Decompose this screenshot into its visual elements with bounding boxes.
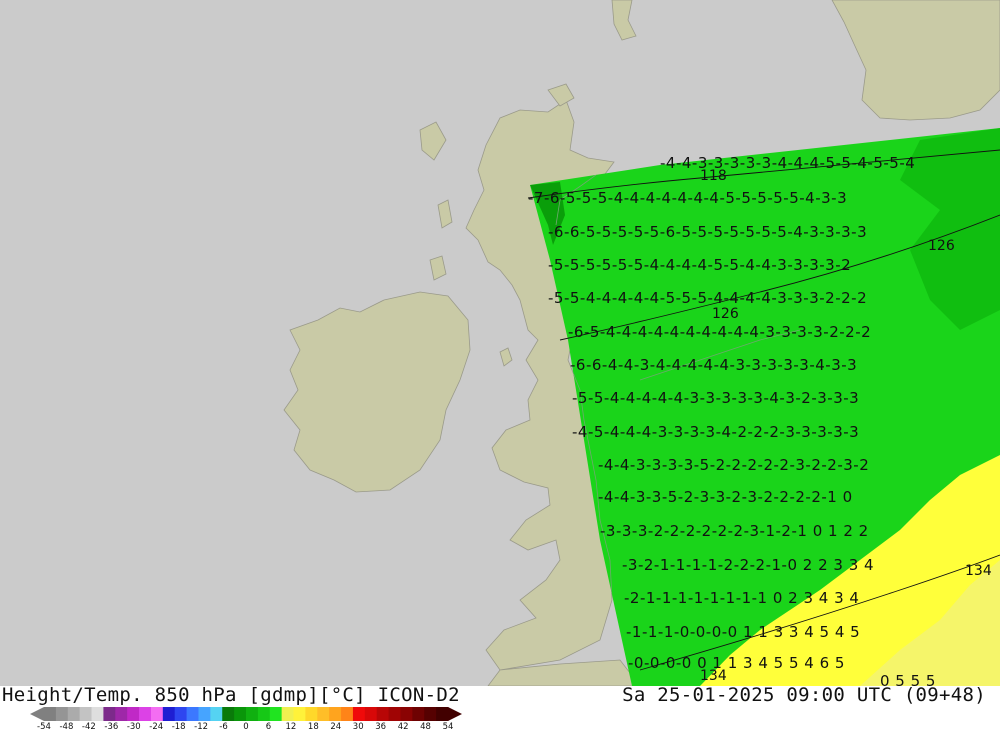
scale-swatch [79,707,93,721]
scale-swatch [91,707,104,721]
contour-label: 126 [928,238,955,254]
scale-tick-label: -36 [104,722,119,732]
scale-tick-label: 18 [307,722,319,732]
scale-swatch [329,707,342,721]
scale-swatch [424,707,437,721]
scale-swatch [376,707,390,721]
temp-values-row: -5-5-4-4-4-4-4-3-3-3-3-3-4-3-2-3-3-3 [572,389,859,407]
temp-values-row: -5-5-5-5-5-5-4-4-4-4-5-5-4-4-3-3-3-3-2 [548,256,851,274]
scale-tick-label: -6 [219,722,228,732]
temp-values-row: -2-1-1-1-1-1-1-1-1 0 2 3 4 3 4 [624,589,859,607]
scale-tick-label: -18 [171,722,186,732]
temp-values-row: -0-0-0-0 0 1 1 3 4 5 5 4 6 5 [628,654,845,672]
scale-swatch [55,707,69,721]
scale-swatch [222,707,235,721]
scale-swatch [352,707,366,721]
scale-swatch [400,707,413,721]
temp-values-row: -3-2-1-1-1-1-2-2-2-1-0 2 2 3 3 4 [622,556,874,574]
scale-swatch [186,707,199,721]
map-canvas: 118 126 126 134 134 -4-4-3-3-3-3-3-4-4-4… [0,0,1000,690]
scale-tick-label: 48 [420,722,431,732]
valid-time: Sa 25-01-2025 09:00 UTC (09+48) [622,684,986,706]
temp-values-row: -5-5-4-4-4-4-4-5-5-5-4-4-4-4-3-3-3-2-2-2 [548,289,867,307]
scale-swatch [210,707,223,721]
color-scale-labels: -54 -48 -42 -36 -30 -24 -18 -12 -6 0 6 12 18 24 30 36 42… [0,722,470,733]
scale-swatch [293,707,306,721]
temp-values-row: -4-4-3-3-5-2-3-3-2-3-2-2-2-2-1 0 [598,488,853,506]
scale-swatch [412,707,425,721]
scale-swatch [281,707,295,721]
scale-swatch [364,707,378,721]
temp-values-row: -4-4-3-3-3-3-3-4-4-4-5-5-4-5-5-4 [660,154,915,172]
scale-swatch [246,707,259,721]
map-footer: Height/Temp. 850 hPa [gdmp][°C] ICON-D2 … [0,684,1000,733]
scale-tick-label: 36 [375,722,387,732]
temp-values-row: -6-5-4-4-4-4-4-4-4-4-4-4-3-3-3-3-2-2-2 [568,323,871,341]
scale-tick-label: -54 [37,722,51,732]
scale-tick-label: -24 [149,722,164,732]
temp-values-row: -3-3-3-2-2-2-2-2-2-3-1-2-1 0 1 2 2 [600,522,869,540]
scale-swatch [115,707,128,721]
temp-values-row: -4-5-4-4-4-3-3-3-3-4-2-2-2-3-3-3-3-3 [572,423,859,441]
scale-swatch [103,707,116,721]
scale-arrow-high [448,707,462,721]
scale-swatch [174,707,188,721]
scale-swatch [269,707,283,721]
scale-swatch [162,707,176,721]
temp-values-row: -1-1-1-0-0-0-0 1 1 3 3 4 5 4 5 [626,623,860,641]
contour-label: 134 [965,563,992,579]
scale-swatch [198,707,211,721]
scale-tick-label: 30 [352,722,364,732]
scale-tick-label: -30 [126,722,141,732]
scale-swatch [139,707,152,721]
scale-tick-label: 12 [285,722,297,732]
temp-values-row: -4-4-3-3-3-3-5-2-2-2-2-2-3-2-2-3-2 [598,456,869,474]
weather-map: 118 126 126 134 134 -4-4-3-3-3-3-3-4-4-4… [0,0,1000,690]
scale-swatch [150,707,164,721]
scale-swatch [317,707,330,721]
scale-swatch [234,707,247,721]
scale-tick-label: 42 [397,722,409,732]
map-title: Height/Temp. 850 hPa [gdmp][°C] ICON-D2 [2,684,460,706]
color-scale-bar [30,707,462,721]
scale-tick-label: 0 [243,722,249,732]
scale-tick-label: 6 [265,722,272,732]
temp-values-row: -6-6-5-5-5-5-5-6-5-5-5-5-5-5-5-4-3-3-3-3 [548,223,867,241]
temp-values-row: -7-6-5-5-5-4-4-4-4-4-4-4-5-5-5-5-5-4-3-3 [528,189,847,207]
scale-swatch [305,707,318,721]
scale-tick-label: -12 [194,722,209,732]
scale-tick-label: 24 [330,722,342,732]
contour-label: 126 [712,306,739,322]
scale-arrow-low [30,707,44,721]
scale-swatch [44,707,57,721]
scale-swatch [436,707,449,721]
scale-swatch [127,707,140,721]
temp-values-row: -6-6-4-4-3-4-4-4-4-4-3-3-3-3-3-4-3-3 [570,356,857,374]
scale-swatch [388,707,401,721]
scale-tick-label: -48 [59,722,74,732]
scale-tick-label: 54 [442,722,454,732]
scale-swatch [67,707,81,721]
scale-tick-label: -42 [81,722,96,732]
scale-swatch [257,707,271,721]
scale-swatch [341,707,354,721]
